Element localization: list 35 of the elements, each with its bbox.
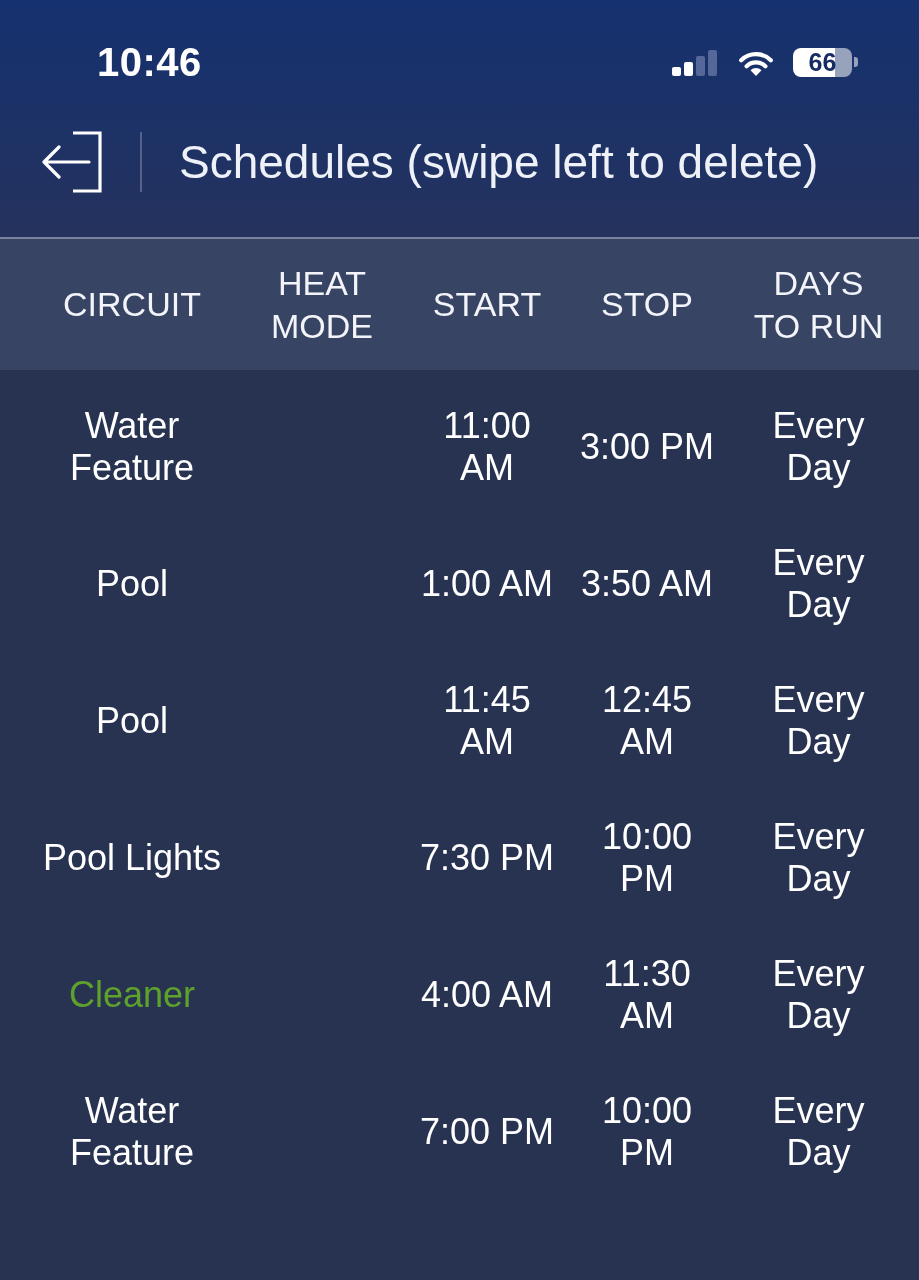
- column-header: DAYS TO RUN: [752, 262, 885, 347]
- start-time-cell: 1:00 AM: [420, 562, 554, 605]
- circuit-cell: Cleaner: [68, 973, 196, 1016]
- days-cell-text: Every Day: [771, 952, 866, 1037]
- stop-time-cell-text: 12:45 AM: [600, 678, 694, 763]
- status-time: 10:46: [97, 39, 202, 85]
- stop-time-cell-text: 11:30 AM: [602, 952, 692, 1037]
- days-cell-text: Every Day: [771, 815, 866, 900]
- circuit-cell: Pool Lights: [42, 836, 222, 879]
- start-time-cell: 7:30 PM: [419, 836, 555, 879]
- start-time-cell-text: 11:00 AM: [442, 404, 532, 489]
- exit-button[interactable]: [42, 131, 102, 193]
- start-time-cell-text: 11:45 AM: [442, 678, 532, 763]
- page-title: Schedules (swipe left to delete): [179, 135, 819, 190]
- column-header: START: [432, 284, 542, 325]
- days-cell-text: Every Day: [771, 1089, 866, 1174]
- days-cell-text: Every Day: [771, 404, 866, 489]
- days-cell-text: Every Day: [771, 541, 866, 626]
- circuit-cell-text: Water Feature: [68, 404, 196, 489]
- start-time-cell: 7:00 PM: [419, 1110, 555, 1153]
- circuit-cell-text: Water Feature: [68, 1089, 196, 1174]
- column-header: CIRCUIT: [63, 284, 201, 325]
- circuit-cell: Pool: [95, 562, 169, 605]
- column-header: HEAT MODE: [270, 262, 374, 347]
- exit-icon: [42, 131, 102, 193]
- stop-time-cell-text: 10:00 PM: [600, 815, 694, 900]
- stop-time-cell-text: 10:00 PM: [600, 1089, 694, 1174]
- days-cell-text: Every Day: [771, 678, 866, 763]
- stop-time-cell: 3:50 AM: [580, 562, 714, 605]
- battery-percent-text: 66: [808, 48, 837, 76]
- start-time-cell: 4:00 AM: [420, 973, 554, 1016]
- signal-icon: [672, 49, 718, 76]
- circuit-cell: Pool: [95, 699, 169, 742]
- stop-time-cell: 3:00 PM: [579, 425, 715, 468]
- column-header: STOP: [601, 284, 693, 325]
